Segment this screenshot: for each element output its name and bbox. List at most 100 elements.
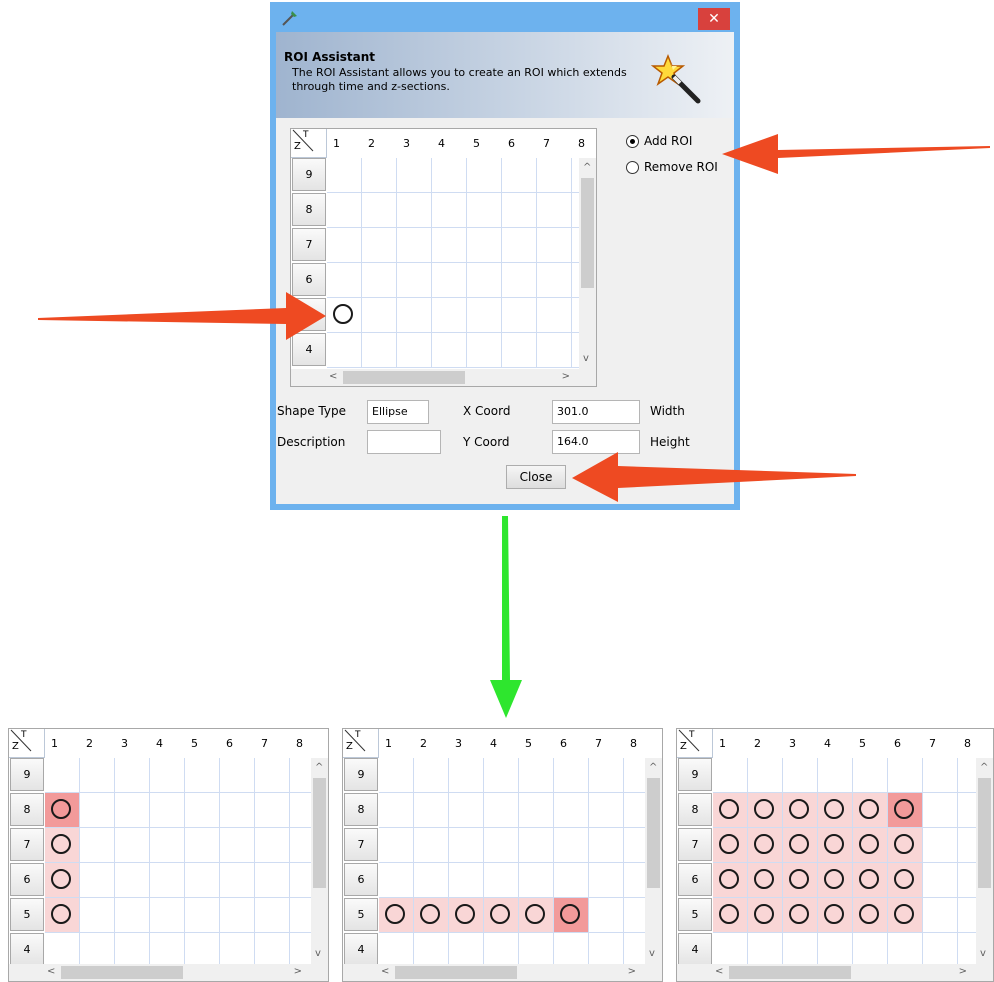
grid-cell[interactable] xyxy=(432,333,467,368)
grid-cell[interactable] xyxy=(220,863,255,898)
time-column-header[interactable]: 1 xyxy=(45,729,80,758)
scroll-up-icon[interactable]: ^ xyxy=(980,762,988,774)
z-row-header[interactable]: 4 xyxy=(292,333,326,366)
scroll-left-icon[interactable]: < xyxy=(47,966,55,978)
grid-cell[interactable] xyxy=(150,793,185,828)
grid-cell[interactable] xyxy=(397,228,432,263)
z-row-header[interactable]: 6 xyxy=(344,863,378,896)
time-column-header[interactable]: 5 xyxy=(519,729,554,758)
grid-cell[interactable] xyxy=(327,263,362,298)
time-column-header[interactable]: 1 xyxy=(327,129,362,158)
horizontal-scrollbar[interactable]: < > xyxy=(677,964,993,981)
z-row-header[interactable]: 9 xyxy=(344,758,378,791)
shape-type-field[interactable]: Ellipse xyxy=(367,400,429,424)
grid-cell[interactable] xyxy=(45,863,80,898)
time-column-header[interactable]: 6 xyxy=(888,729,923,758)
grid-cell[interactable] xyxy=(537,158,572,193)
grid-cell[interactable] xyxy=(589,933,624,968)
grid-cell[interactable] xyxy=(362,228,397,263)
vertical-scrollbar[interactable]: ^ v xyxy=(976,758,993,964)
grid-cell[interactable] xyxy=(853,758,888,793)
grid-cell[interactable] xyxy=(432,298,467,333)
time-column-header[interactable]: 1 xyxy=(713,729,748,758)
z-row-header[interactable]: 8 xyxy=(678,793,712,826)
grid-cell[interactable] xyxy=(502,158,537,193)
time-column-header[interactable]: 7 xyxy=(537,129,572,158)
grid-cell[interactable] xyxy=(115,828,150,863)
time-column-header[interactable]: 3 xyxy=(449,729,484,758)
grid-cell[interactable] xyxy=(554,758,589,793)
grid-cell[interactable] xyxy=(554,793,589,828)
grid-cell[interactable] xyxy=(185,758,220,793)
grid-cell[interactable] xyxy=(783,933,818,968)
grid-cell[interactable] xyxy=(484,933,519,968)
grid-cell[interactable] xyxy=(537,263,572,298)
z-row-header[interactable]: 4 xyxy=(678,933,712,966)
grid-cell[interactable] xyxy=(502,228,537,263)
scroll-left-icon[interactable]: < xyxy=(329,371,337,383)
grid-cell[interactable] xyxy=(554,828,589,863)
time-column-header[interactable]: 7 xyxy=(255,729,290,758)
time-column-header[interactable]: 5 xyxy=(185,729,220,758)
grid-cell[interactable] xyxy=(80,793,115,828)
remove-roi-radio[interactable] xyxy=(626,160,639,174)
grid-cell[interactable] xyxy=(537,228,572,263)
time-column-header[interactable]: 7 xyxy=(589,729,624,758)
grid-cell[interactable] xyxy=(888,933,923,968)
grid-cell[interactable] xyxy=(748,758,783,793)
grid-cell[interactable] xyxy=(888,758,923,793)
z-row-header[interactable]: 5 xyxy=(344,898,378,931)
grid-cell[interactable] xyxy=(327,228,362,263)
grid-cell[interactable] xyxy=(519,828,554,863)
grid-cell[interactable] xyxy=(748,863,783,898)
scroll-right-icon[interactable]: > xyxy=(562,371,570,383)
time-column-header[interactable]: 6 xyxy=(502,129,537,158)
grid-cell[interactable] xyxy=(923,828,958,863)
grid-cell[interactable] xyxy=(589,828,624,863)
time-column-header[interactable]: 5 xyxy=(467,129,502,158)
grid-cell[interactable] xyxy=(484,758,519,793)
grid-cell[interactable] xyxy=(150,828,185,863)
time-column-header[interactable]: 2 xyxy=(362,129,397,158)
grid-cell[interactable] xyxy=(748,933,783,968)
grid-cell[interactable] xyxy=(414,898,449,933)
grid-cell[interactable] xyxy=(379,758,414,793)
z-row-header[interactable]: 5 xyxy=(292,298,326,331)
grid-cell[interactable] xyxy=(449,758,484,793)
vertical-scrollbar[interactable]: ^ v xyxy=(645,758,662,964)
grid-cell[interactable] xyxy=(255,933,290,968)
scroll-down-icon[interactable]: v xyxy=(315,948,321,960)
grid-cell[interactable] xyxy=(362,158,397,193)
z-row-header[interactable]: 5 xyxy=(678,898,712,931)
grid-cell[interactable] xyxy=(467,263,502,298)
grid-cell[interactable] xyxy=(783,828,818,863)
time-column-header[interactable]: 8 xyxy=(572,129,596,158)
grid-cell[interactable] xyxy=(379,793,414,828)
time-column-header[interactable]: 3 xyxy=(115,729,150,758)
z-row-header[interactable]: 8 xyxy=(292,193,326,226)
time-column-header[interactable]: 2 xyxy=(414,729,449,758)
z-row-header[interactable]: 5 xyxy=(10,898,44,931)
grid-cell[interactable] xyxy=(449,793,484,828)
grid-cell[interactable] xyxy=(362,193,397,228)
grid-cell[interactable] xyxy=(818,933,853,968)
grid-cell[interactable] xyxy=(80,898,115,933)
add-roi-option[interactable]: Add ROI xyxy=(626,134,692,148)
grid-cell[interactable] xyxy=(888,828,923,863)
grid-cell[interactable] xyxy=(519,793,554,828)
horizontal-scroll-thumb[interactable] xyxy=(729,966,851,979)
grid-cell[interactable] xyxy=(327,193,362,228)
grid-cell[interactable] xyxy=(589,758,624,793)
vertical-scroll-thumb[interactable] xyxy=(313,778,326,888)
grid-cell[interactable] xyxy=(432,263,467,298)
time-column-header[interactable]: 4 xyxy=(484,729,519,758)
grid-cell[interactable] xyxy=(923,863,958,898)
grid-cell[interactable] xyxy=(362,333,397,368)
grid-cell[interactable] xyxy=(397,158,432,193)
grid-cell[interactable] xyxy=(484,863,519,898)
vertical-scroll-thumb[interactable] xyxy=(647,778,660,888)
horizontal-scrollbar[interactable]: < > xyxy=(291,369,596,386)
grid-cell[interactable] xyxy=(923,933,958,968)
grid-cell[interactable] xyxy=(713,828,748,863)
grid-cell[interactable] xyxy=(80,863,115,898)
